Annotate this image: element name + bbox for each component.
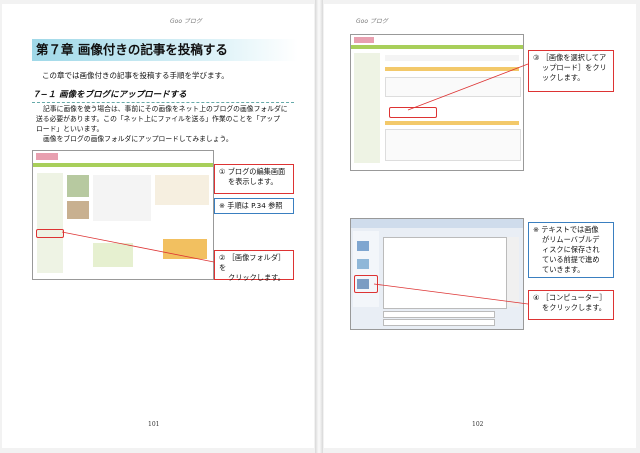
right-page: Goo ブログ ③ ［画像を選択してア ップロード］をクリ ックします。 ※ テ… xyxy=(324,4,636,448)
page-number: 102 xyxy=(472,421,484,428)
book-gutter xyxy=(315,0,323,453)
left-page: Goo ブログ 第７章 画像付きの記事を投稿する この章では画像付きの記事を投稿… xyxy=(2,4,314,448)
callout-connector-lines xyxy=(61,231,215,263)
callout-connector-lines xyxy=(373,63,529,305)
page-number: 101 xyxy=(148,421,160,428)
